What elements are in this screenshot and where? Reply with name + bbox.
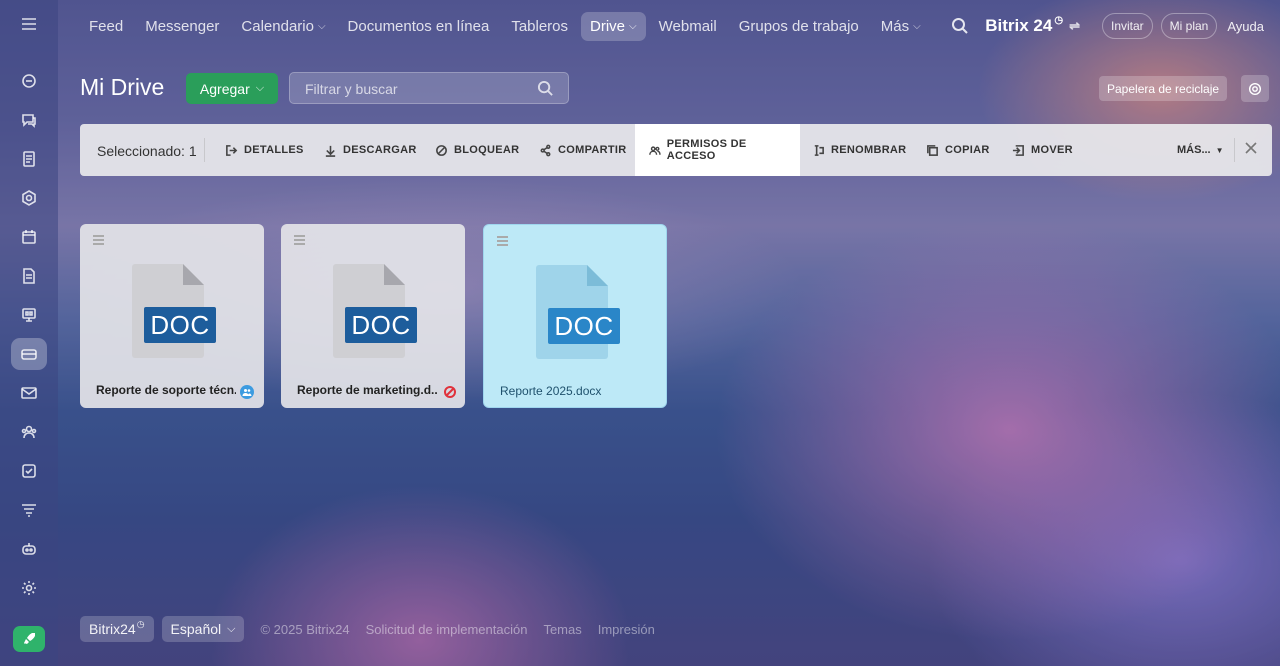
boards-icon[interactable] — [11, 299, 47, 331]
left-sidebar — [0, 0, 58, 666]
file-name: Reporte de soporte técn... — [96, 383, 236, 397]
chevron-down-icon: ⌵ — [227, 622, 236, 635]
search-icon[interactable] — [951, 17, 969, 35]
divider — [1234, 138, 1235, 162]
tasks-icon[interactable] — [11, 455, 47, 487]
nav-item-grupos[interactable]: Grupos de trabajo — [730, 12, 868, 41]
chevron-down-icon: ⌵ — [913, 20, 921, 32]
bitrix-logo[interactable]: Bitrix 24 ◷ ⇌ — [985, 14, 1080, 36]
settings-icon[interactable] — [11, 572, 47, 604]
access-permissions-button[interactable]: PERMISOS DE ACCESO — [635, 124, 800, 176]
file-tile[interactable]: DOC Reporte de soporte técn... — [80, 224, 264, 408]
file-tile[interactable]: DOC Reporte de marketing.d... — [281, 224, 465, 408]
drive-icon[interactable] — [11, 338, 47, 370]
robot-icon[interactable] — [11, 533, 47, 565]
docs-icon[interactable] — [11, 143, 47, 175]
nav-item-feed[interactable]: Feed — [80, 12, 132, 41]
nav-item-mas[interactable]: Más ⌵ — [872, 12, 930, 41]
rocket-icon[interactable] — [13, 626, 45, 652]
mail-icon[interactable] — [11, 377, 47, 409]
file-name: Reporte 2025.docx — [500, 384, 602, 398]
footer: Bitrix24 ◷ Español ⌵ © 2025 Bitrix24 Solic… — [80, 616, 663, 642]
help-link[interactable]: Ayuda — [1227, 19, 1264, 34]
language-select[interactable]: Español ⌵ — [161, 616, 245, 642]
footer-link[interactable]: Solicitud de implementación — [366, 622, 528, 637]
nav-item-calendario[interactable]: Calendario ⌵ — [232, 12, 334, 41]
copy-button[interactable]: COPIAR — [926, 124, 990, 176]
nav-item-drive[interactable]: Drive ⌵ — [581, 11, 646, 41]
menu-icon[interactable] — [93, 235, 104, 245]
lock-button[interactable]: BLOQUEAR — [435, 124, 519, 176]
nav-item-tableros[interactable]: Tableros — [502, 12, 577, 41]
chat-icon[interactable] — [11, 104, 47, 136]
groups-icon[interactable] — [11, 416, 47, 448]
feed-icon[interactable] — [11, 65, 47, 97]
chevron-down-icon: ⌵ — [255, 82, 265, 94]
gear-icon[interactable] — [1241, 75, 1269, 102]
file-name: Reporte de marketing.d... — [297, 383, 437, 397]
calendar-icon[interactable] — [11, 221, 47, 253]
recycle-bin-button[interactable]: Papelera de reciclaje — [1099, 76, 1228, 101]
share-icon — [540, 144, 551, 156]
doc-type-badge: DOC — [144, 307, 216, 343]
menu-icon[interactable] — [294, 235, 305, 245]
download-button[interactable]: DESCARGAR — [324, 124, 417, 176]
top-navigation: Feed Messenger Calendario ⌵ Documentos en… — [58, 0, 1280, 52]
rename-button[interactable]: RENOMBRAR — [812, 124, 906, 176]
toggle-icon: ⇌ — [1069, 18, 1080, 33]
sites-icon[interactable] — [11, 182, 47, 214]
my-plan-button[interactable]: Mi plan — [1160, 13, 1218, 39]
search-input[interactable]: Filtrar y buscar — [289, 72, 569, 104]
menu-icon[interactable] — [497, 236, 508, 246]
divider — [204, 138, 205, 162]
footer-link[interactable]: Temas — [543, 622, 581, 637]
locked-icon — [443, 385, 457, 399]
chevron-down-icon: ⌵ — [629, 20, 637, 32]
bitrix-footer-button[interactable]: Bitrix24 ◷ — [80, 616, 154, 642]
details-icon — [226, 144, 238, 156]
doc-type-badge: DOC — [345, 307, 417, 343]
caret-down-icon: ▼ — [1215, 145, 1224, 155]
document-icon[interactable] — [11, 260, 47, 292]
nav-item-messenger[interactable]: Messenger — [136, 12, 228, 41]
selection-toolbar: Seleccionado: 1 DETALLES DESCARGAR BLOQU… — [80, 124, 1272, 176]
file-tile-selected[interactable]: DOC Reporte 2025.docx — [483, 224, 667, 408]
users-icon — [649, 145, 661, 155]
shared-users-icon — [240, 385, 254, 399]
clock-icon: ◷ — [1054, 14, 1064, 26]
rename-icon — [814, 144, 824, 156]
footer-link[interactable]: Impresión — [598, 622, 655, 637]
nav-item-documentos[interactable]: Documentos en línea — [339, 12, 499, 41]
selected-count: Seleccionado: 1 — [97, 143, 197, 159]
chevron-down-icon: ⌵ — [317, 20, 326, 32]
doc-type-badge: DOC — [548, 308, 620, 344]
download-icon — [325, 145, 336, 157]
share-button[interactable]: COMPARTIR — [539, 124, 627, 176]
details-button[interactable]: DETALLES — [225, 124, 304, 176]
page-title: Mi Drive — [80, 74, 165, 100]
move-button[interactable]: MOVER — [1012, 124, 1073, 176]
filter-icon[interactable] — [11, 494, 47, 526]
close-icon[interactable] — [1244, 141, 1258, 155]
move-icon — [1012, 144, 1024, 156]
clock-icon: ◷ — [136, 618, 145, 629]
copy-icon — [927, 144, 938, 156]
more-actions-button[interactable]: MÁS... ▼ — [1177, 124, 1224, 176]
copyright-text: © 2025 Bitrix24 — [260, 621, 350, 637]
nav-item-webmail[interactable]: Webmail — [650, 12, 726, 41]
menu-icon[interactable] — [11, 8, 47, 40]
block-icon — [436, 144, 447, 156]
invite-button[interactable]: Invitar — [1101, 13, 1153, 39]
search-icon — [537, 80, 554, 97]
add-button[interactable]: Agregar ⌵ — [186, 73, 278, 104]
